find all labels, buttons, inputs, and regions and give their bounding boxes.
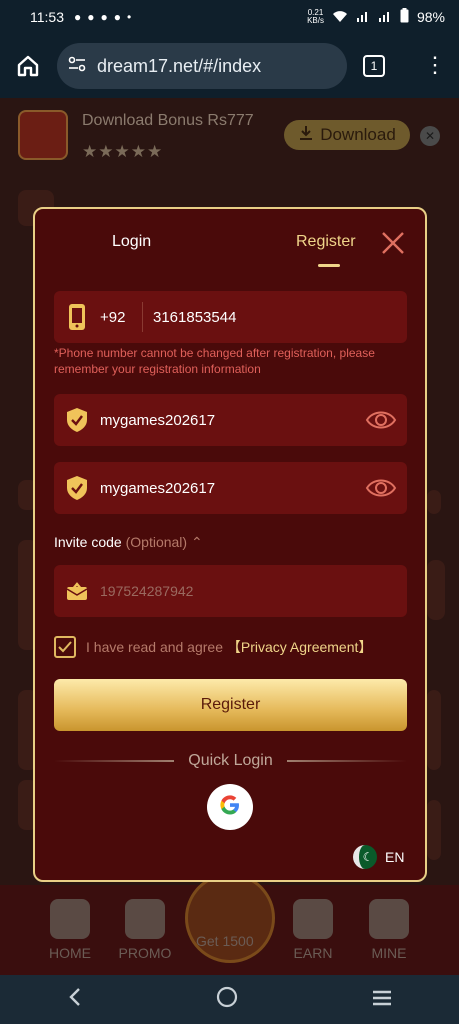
battery-icon xyxy=(400,8,409,26)
battery-level: 98% xyxy=(416,9,445,25)
rating-stars: ★★★★★ xyxy=(82,142,164,161)
coupon-icon xyxy=(125,899,165,939)
invite-code-input[interactable]: 197524287942 xyxy=(100,583,193,599)
register-button[interactable]: Register xyxy=(54,679,407,731)
recent-apps-icon[interactable] xyxy=(371,987,393,1013)
background-tile xyxy=(427,490,441,514)
gift-icon xyxy=(293,899,333,939)
nav-promo[interactable]: PROMO xyxy=(105,885,185,975)
language-selector[interactable]: ☾ EN xyxy=(353,845,404,869)
whatsapp-icon: ● xyxy=(113,10,121,24)
back-icon[interactable] xyxy=(67,987,83,1013)
eye-icon[interactable] xyxy=(365,406,397,439)
system-navigation-bar xyxy=(0,975,459,1024)
nav-mine-label: MINE xyxy=(371,945,407,961)
envelope-icon xyxy=(54,565,100,617)
password-field[interactable]: mygames202617 xyxy=(54,394,407,446)
nav-earn[interactable]: EARN xyxy=(273,885,353,975)
spin-wheel-button[interactable] xyxy=(185,873,275,963)
url-text: dream17.net/#/index xyxy=(97,55,262,76)
address-bar[interactable]: dream17.net/#/index xyxy=(57,43,347,89)
confirm-password-input[interactable]: mygames202617 xyxy=(100,480,215,497)
invite-label: Invite code xyxy=(54,534,122,550)
agreement-row: I have read and agree 【Privacy Agreement… xyxy=(54,636,372,658)
browser-toolbar: dream17.net/#/index 1 ⋮ xyxy=(0,34,459,98)
password-input[interactable]: mygames202617 xyxy=(100,412,215,429)
phone-number-input[interactable]: 3161853544 xyxy=(153,309,236,326)
download-label: Download xyxy=(320,125,396,144)
status-time: 11:53 xyxy=(30,9,64,25)
close-icon[interactable] xyxy=(379,229,407,257)
nav-earn-label: EARN xyxy=(293,945,333,961)
tab-login[interactable]: Login xyxy=(112,233,151,251)
eye-icon[interactable] xyxy=(365,474,397,507)
register-modal: Login Register +92 3161853544 *Phone num… xyxy=(33,207,427,882)
divider-line xyxy=(54,760,175,762)
network-speed: 0.21 KB/s xyxy=(307,8,324,25)
app-logo xyxy=(18,110,68,160)
signal-icon xyxy=(356,9,370,26)
confirm-password-field[interactable]: mygames202617 xyxy=(54,462,407,514)
banner-close-icon[interactable]: ✕ xyxy=(420,126,440,146)
banner-title: Download Bonus Rs777 xyxy=(82,112,254,129)
nav-mine[interactable]: MINE xyxy=(349,885,429,975)
messenger-icon: ● xyxy=(87,10,95,24)
field-divider xyxy=(142,302,143,332)
quick-login-label: Quick Login xyxy=(188,752,273,769)
shield-icon xyxy=(54,394,100,446)
active-tab-indicator xyxy=(318,264,340,267)
shield-icon xyxy=(54,462,100,514)
google-icon xyxy=(218,793,242,822)
invite-optional-label: (Optional) xyxy=(125,534,188,550)
phone-field[interactable]: +92 3161853544 xyxy=(54,291,407,343)
notification-icons: ● ● ● ● • xyxy=(74,10,131,24)
google-login-button[interactable] xyxy=(207,784,253,830)
home-circle-icon[interactable] xyxy=(216,986,238,1014)
nav-home-label: HOME xyxy=(49,945,91,961)
language-label: EN xyxy=(385,849,405,865)
whatsapp-icon: ● xyxy=(100,10,108,24)
tab-switcher-button[interactable]: 1 xyxy=(363,55,385,77)
agree-text: I have read and agree xyxy=(86,639,223,655)
pakistan-flag-icon: ☾ xyxy=(353,845,377,869)
profile-drop-icon xyxy=(369,899,409,939)
country-code[interactable]: +92 xyxy=(100,309,142,326)
background-tile xyxy=(427,690,441,770)
home-icon[interactable] xyxy=(16,54,40,83)
message-icon: ● xyxy=(74,10,82,24)
quick-login-divider: Quick Login xyxy=(54,752,407,770)
spin-wheel-label: Get 1500 xyxy=(196,933,254,949)
wifi-icon xyxy=(332,9,348,26)
site-settings-icon[interactable] xyxy=(67,54,87,79)
divider-line xyxy=(286,760,407,762)
background-tile xyxy=(427,560,445,620)
download-banner: Download Bonus Rs777 ★★★★★ Download xyxy=(0,98,459,176)
signal-icon xyxy=(378,9,392,26)
nav-home[interactable]: HOME xyxy=(30,885,110,975)
nav-promo-label: PROMO xyxy=(118,945,172,961)
agree-checkbox[interactable] xyxy=(54,636,76,658)
download-icon xyxy=(298,125,314,146)
status-bar: 11:53 ● ● ● ● • 0.21 KB/s 98% xyxy=(0,0,459,34)
invite-code-toggle[interactable]: Invite code (Optional) ⌃ xyxy=(54,534,203,551)
spade-icon xyxy=(50,899,90,939)
download-button[interactable]: Download xyxy=(284,120,410,150)
chevron-up-icon: ⌃ xyxy=(190,534,203,550)
more-notifications-icon: • xyxy=(127,10,132,24)
browser-menu-icon[interactable]: ⋮ xyxy=(424,54,446,76)
tab-register[interactable]: Register xyxy=(296,233,356,251)
invite-code-field[interactable]: 197524287942 xyxy=(54,565,407,617)
privacy-agreement-link[interactable]: 【Privacy Agreement】 xyxy=(227,639,373,655)
phone-icon xyxy=(54,291,100,343)
system-status: 0.21 KB/s 98% xyxy=(307,8,445,26)
phone-warning-text: *Phone number cannot be changed after re… xyxy=(54,346,375,376)
background-tile xyxy=(427,800,441,860)
